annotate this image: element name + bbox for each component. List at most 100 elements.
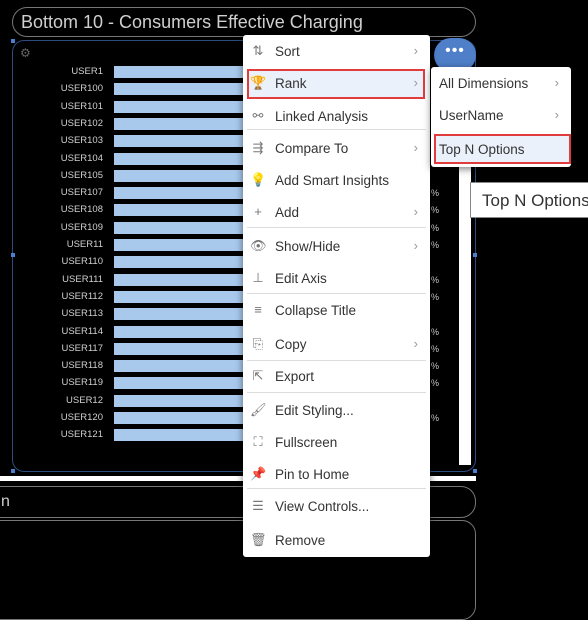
bar[interactable] bbox=[114, 256, 254, 269]
pin-icon: 📌 bbox=[250, 466, 267, 481]
bar[interactable] bbox=[114, 152, 254, 165]
export-icon: ⇱ bbox=[252, 368, 264, 383]
bar-category-label: USER105 bbox=[60, 169, 103, 181]
menu-item-collapse-title[interactable]: ≡ Collapse Title bbox=[243, 295, 430, 325]
bar-category-label: USER107 bbox=[60, 187, 103, 199]
bar-value-label: % bbox=[431, 343, 440, 354]
bar[interactable] bbox=[114, 325, 254, 338]
submenu-item-top-n-options[interactable]: Top N Options bbox=[431, 134, 571, 164]
bar-category-label: USER102 bbox=[60, 117, 103, 129]
sliders-icon: ☰ bbox=[252, 498, 264, 513]
paint-bucket-icon: 🖌 bbox=[250, 402, 267, 417]
bar-category-label: USER110 bbox=[61, 256, 103, 268]
bar[interactable] bbox=[114, 394, 254, 407]
chevron-right-icon: › bbox=[413, 336, 418, 351]
menu-item-remove[interactable]: 🗑 Remove bbox=[243, 525, 430, 555]
resize-handle[interactable] bbox=[11, 469, 15, 473]
menu-item-sort[interactable]: ⇅ Sort › bbox=[243, 36, 430, 66]
bar-category-label: USER104 bbox=[60, 152, 103, 164]
chevron-right-icon: › bbox=[413, 75, 418, 90]
menu-item-compare-to[interactable]: ⇶ Compare To › bbox=[243, 133, 430, 163]
bar[interactable] bbox=[114, 429, 254, 442]
bar-category-label: USER100 bbox=[60, 83, 103, 95]
menu-item-show-hide[interactable]: 👁 Show/Hide › bbox=[243, 231, 430, 261]
menu-item-edit-styling[interactable]: 🖌 Edit Styling... bbox=[243, 395, 430, 425]
submenu-item-label: UserName bbox=[439, 108, 504, 123]
edit-axis-icon: ⊥ bbox=[252, 270, 264, 285]
bar-value-label: % bbox=[431, 326, 440, 337]
chevron-right-icon: › bbox=[413, 140, 418, 155]
menu-item-label: Edit Styling... bbox=[275, 403, 354, 418]
menu-separator bbox=[247, 129, 426, 130]
menu-item-linked-analysis[interactable]: ⚯ Linked Analysis bbox=[243, 101, 430, 131]
bar[interactable] bbox=[114, 83, 254, 96]
menu-item-add-smart-insights[interactable]: 💡 Add Smart Insights bbox=[243, 165, 430, 195]
bar[interactable] bbox=[114, 187, 254, 200]
bar[interactable] bbox=[114, 169, 254, 182]
bar-category-label: USER1 bbox=[71, 66, 103, 77]
bar[interactable] bbox=[114, 308, 254, 321]
menu-item-rank[interactable]: 🏆 Rank › bbox=[243, 68, 430, 98]
bar[interactable] bbox=[114, 135, 254, 148]
bar-value-label: % bbox=[431, 222, 440, 233]
menu-item-copy[interactable]: ⎘ Copy › bbox=[243, 329, 430, 359]
bar[interactable] bbox=[114, 204, 254, 217]
eye-icon: 👁 bbox=[250, 238, 267, 253]
chevron-right-icon: › bbox=[413, 238, 418, 253]
tile2-title: n bbox=[1, 493, 10, 510]
menu-item-pin-to-home[interactable]: 📌 Pin to Home bbox=[243, 459, 430, 489]
bar-category-label: USER113 bbox=[61, 308, 103, 320]
bar[interactable] bbox=[114, 273, 254, 286]
bar[interactable] bbox=[114, 100, 254, 113]
fullscreen-icon: ⛶ bbox=[253, 434, 263, 449]
linked-analysis-icon: ⚯ bbox=[252, 108, 264, 123]
submenu-item-label: Top N Options bbox=[439, 142, 525, 157]
bar[interactable] bbox=[114, 412, 254, 424]
bar[interactable] bbox=[114, 360, 254, 373]
bar[interactable] bbox=[114, 377, 254, 390]
submenu-item-all-dimensions[interactable]: All Dimensions › bbox=[431, 68, 571, 98]
menu-item-label: Compare To bbox=[275, 141, 349, 156]
menu-item-label: Collapse Title bbox=[275, 303, 357, 318]
resize-handle[interactable] bbox=[473, 253, 477, 257]
bar-category-label: USER108 bbox=[60, 204, 103, 216]
bar-category-label: USER119 bbox=[61, 377, 103, 389]
bar[interactable] bbox=[114, 221, 254, 234]
bar-category-label: USER101 bbox=[60, 100, 103, 112]
bar-value-label: % bbox=[431, 291, 440, 302]
gear-icon[interactable]: ⚙ bbox=[20, 46, 31, 60]
menu-separator bbox=[247, 360, 426, 361]
collapse-title-icon: ≡ bbox=[254, 302, 262, 317]
menu-item-label: Add Smart Insights bbox=[275, 173, 390, 188]
menu-separator bbox=[247, 488, 426, 489]
menu-item-label: Show/Hide bbox=[275, 239, 341, 254]
menu-item-label: Remove bbox=[275, 533, 326, 548]
menu-item-label: Linked Analysis bbox=[275, 109, 369, 124]
bar[interactable] bbox=[114, 290, 254, 303]
bar-value-label: % bbox=[431, 188, 440, 199]
submenu-item-label: All Dimensions bbox=[439, 76, 529, 91]
bar-category-label: USER120 bbox=[60, 412, 103, 423]
bar-category-label: USER103 bbox=[60, 135, 103, 147]
tile-title-bar[interactable]: Bottom 10 - Consumers Effective Charging bbox=[12, 7, 476, 37]
bar-category-label: USER11 bbox=[66, 239, 103, 250]
bar-value-label: % bbox=[431, 240, 440, 250]
menu-item-add[interactable]: + Add › bbox=[243, 197, 430, 227]
bar[interactable] bbox=[114, 342, 254, 355]
submenu-item-username[interactable]: UserName › bbox=[431, 100, 571, 130]
bar-value-label: % bbox=[431, 361, 440, 372]
bar[interactable] bbox=[114, 239, 254, 251]
menu-item-label: Add bbox=[275, 205, 300, 220]
trophy-icon: 🏆 bbox=[250, 75, 267, 90]
resize-handle[interactable] bbox=[473, 469, 477, 473]
bar-value-label: % bbox=[431, 378, 440, 389]
scrollbar[interactable] bbox=[459, 118, 471, 465]
menu-item-fullscreen[interactable]: ⛶ Fullscreen bbox=[243, 427, 430, 457]
resize-handle[interactable] bbox=[11, 39, 15, 43]
menu-item-export[interactable]: ⇱ Export bbox=[243, 361, 430, 391]
menu-item-edit-axis[interactable]: ⊥ Edit Axis bbox=[243, 263, 430, 293]
menu-item-view-controls[interactable]: ☰ View Controls... bbox=[243, 491, 430, 521]
bar[interactable] bbox=[114, 117, 254, 130]
bar[interactable] bbox=[114, 66, 254, 78]
menu-separator bbox=[247, 227, 426, 228]
